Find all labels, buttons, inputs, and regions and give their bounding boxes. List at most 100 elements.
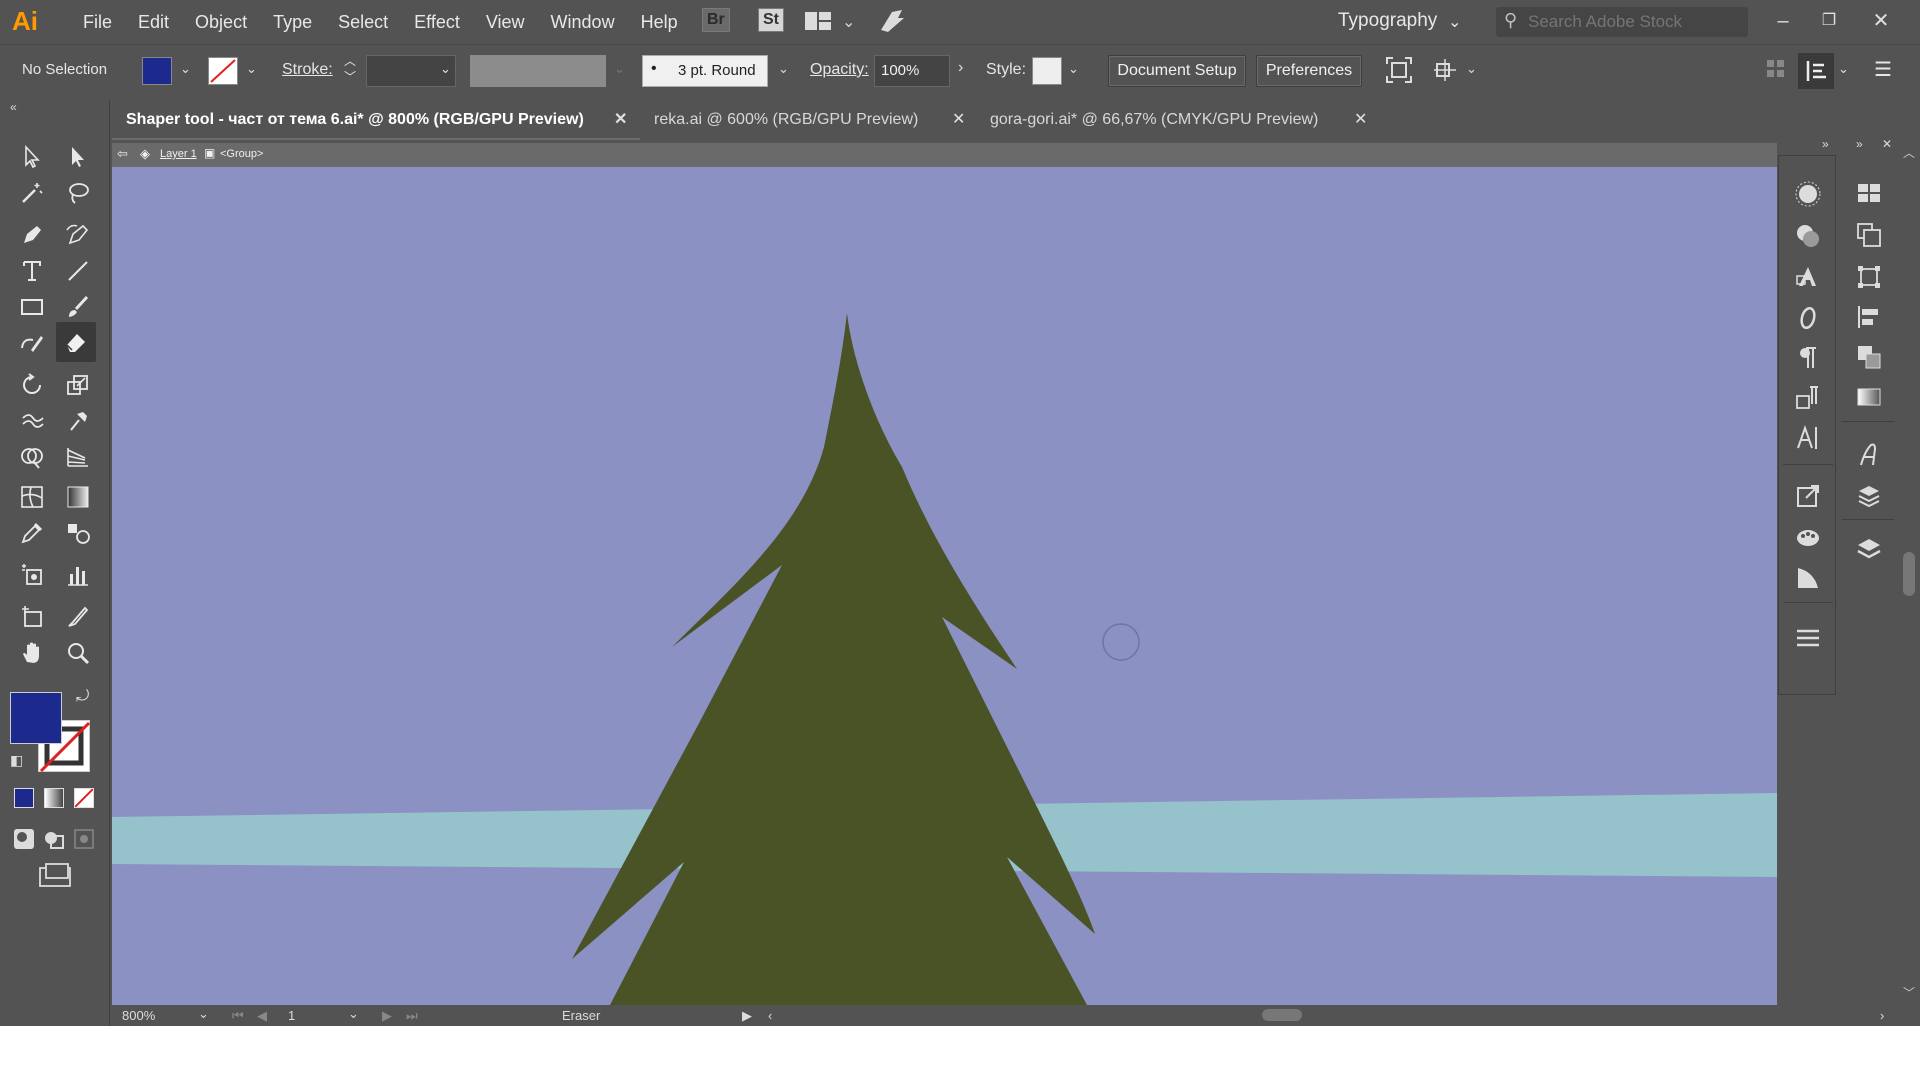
restore-button[interactable]: ❐ — [1806, 4, 1852, 38]
character-styles-icon[interactable] — [1789, 260, 1827, 296]
workspace-switcher[interactable]: Typography — [1338, 10, 1437, 32]
gradient-mode-icon[interactable] — [44, 788, 64, 808]
magic-wand-tool-icon[interactable] — [14, 176, 50, 210]
shaper-tool-icon[interactable] — [14, 326, 50, 360]
scroll-right-icon[interactable]: › — [1880, 1008, 1884, 1023]
export-icon[interactable] — [1789, 478, 1827, 514]
transform-panel-icon[interactable] — [1850, 259, 1888, 295]
zoom-tool-icon[interactable] — [60, 636, 96, 670]
puppet-warp-tool-icon[interactable] — [60, 404, 96, 438]
appearance-icon[interactable] — [1789, 218, 1827, 254]
menu-effect[interactable]: Effect — [401, 12, 473, 33]
character-icon[interactable] — [1789, 420, 1827, 456]
zoom-level[interactable]: 800% — [122, 1008, 155, 1023]
pathfinder-slope-icon[interactable] — [1789, 560, 1827, 596]
breadcrumb-group[interactable]: <Group> — [220, 148, 263, 160]
artboard-canvas[interactable] — [112, 167, 1777, 1005]
workspace-chevron-icon[interactable]: ⌄ — [1448, 12, 1461, 32]
stroke-label[interactable]: Stroke: — [282, 61, 333, 79]
shape-builder-tool-icon[interactable] — [14, 440, 50, 474]
lasso-tool-icon[interactable] — [60, 176, 96, 210]
selection-tool-icon[interactable] — [14, 140, 50, 174]
scroll-up-icon[interactable]: ︿ — [1903, 144, 1915, 161]
stroke-swatch[interactable] — [208, 57, 238, 85]
color-guide-icon[interactable] — [1789, 176, 1827, 212]
menu-file[interactable]: File — [70, 12, 125, 33]
menu-object[interactable]: Object — [182, 12, 260, 33]
preferences-button[interactable]: Preferences — [1256, 55, 1362, 87]
opacity-arrow-icon[interactable]: › — [958, 59, 963, 77]
none-mode-icon[interactable] — [74, 788, 94, 808]
panel-toggle-icon[interactable] — [1798, 53, 1834, 89]
paragraph-icon[interactable] — [1789, 340, 1827, 376]
pathfinder-icon[interactable] — [1850, 339, 1888, 375]
rotate-tool-icon[interactable] — [14, 368, 50, 402]
brush-definition[interactable]: • 3 pt. Round — [642, 55, 768, 87]
brush-chevron-icon[interactable]: ⌄ — [778, 61, 789, 77]
opacity-field[interactable]: 100% — [874, 55, 950, 87]
gradient-tool-icon[interactable] — [60, 480, 96, 514]
layers-icon[interactable] — [1850, 531, 1888, 567]
vertical-scrollbar[interactable]: ︿ ﹀ — [1898, 140, 1920, 1005]
stock-search[interactable]: ⚲ — [1496, 7, 1748, 37]
expand-dock2-icon[interactable]: » — [1856, 137, 1863, 151]
breadcrumb-layer[interactable]: Layer 1 — [160, 148, 197, 160]
close-tab-icon[interactable]: ✕ — [952, 100, 965, 140]
mesh-tool-icon[interactable] — [14, 480, 50, 514]
transform-chevron-icon[interactable]: ⌄ — [1466, 61, 1477, 77]
menu-help[interactable]: Help — [628, 12, 691, 33]
artboard-number[interactable]: 1 — [288, 1008, 295, 1023]
column-graph-tool-icon[interactable] — [60, 558, 96, 592]
menu-edit[interactable]: Edit — [125, 12, 182, 33]
tab-gora-gori[interactable]: gora-gori.ai* @ 66,67% (CMYK/GPU Preview… — [976, 100, 1376, 140]
gradient-panel-icon[interactable] — [1850, 379, 1888, 415]
stroke-chevron-icon[interactable]: ⌄ — [246, 61, 257, 77]
panel-menu-icon[interactable] — [1789, 620, 1827, 656]
rectangle-tool-icon[interactable] — [14, 290, 50, 324]
zoom-chevron-icon[interactable]: ⌄ — [198, 1006, 209, 1022]
default-colors-icon[interactable]: ◧ — [10, 752, 23, 769]
artboard-tool-icon[interactable] — [14, 600, 50, 634]
variable-width-profile[interactable] — [470, 55, 606, 87]
eraser-tool-icon[interactable] — [56, 322, 96, 362]
libraries-icon[interactable] — [1850, 479, 1888, 515]
menu-view[interactable]: View — [473, 12, 538, 33]
close-dock-icon[interactable]: ✕ — [1882, 137, 1892, 151]
back-arrow-icon[interactable]: ⇦ — [117, 146, 128, 162]
gpu-performance-icon[interactable] — [878, 8, 906, 36]
tab-reka[interactable]: reka.ai @ 600% (RGB/GPU Preview) ✕ — [640, 100, 976, 140]
artboard-chevron-icon[interactable]: ⌄ — [348, 1006, 359, 1022]
transform-icon[interactable] — [1432, 57, 1458, 88]
style-chevron-icon[interactable]: ⌄ — [1068, 61, 1079, 77]
stroke-stepper[interactable]: ︿ ﹀ — [344, 53, 356, 85]
blend-tool-icon[interactable] — [60, 516, 96, 550]
panel-toggle-chevron-icon[interactable]: ⌄ — [1838, 61, 1849, 77]
expand-dock-icon[interactable]: » — [1822, 137, 1829, 151]
menu-type[interactable]: Type — [260, 12, 325, 33]
control-menu-icon[interactable]: ☰ — [1874, 57, 1892, 82]
artboards-icon[interactable] — [1850, 217, 1888, 253]
color-themes-icon[interactable] — [1789, 520, 1827, 556]
stock-search-input[interactable] — [1528, 11, 1738, 33]
prev-artboard-icon[interactable]: ◀ — [257, 1008, 267, 1024]
menu-select[interactable]: Select — [325, 12, 401, 33]
scroll-down-icon[interactable]: ﹀ — [1903, 984, 1915, 1001]
opacity-label[interactable]: Opacity: — [810, 61, 869, 79]
direct-selection-tool-icon[interactable] — [60, 140, 96, 174]
arrange-chevron-icon[interactable]: ⌄ — [842, 12, 855, 40]
eyedropper-tool-icon[interactable] — [14, 516, 50, 550]
scroll-left-icon[interactable]: ‹ — [768, 1008, 772, 1023]
last-artboard-icon[interactable]: ⏭ — [406, 1008, 418, 1024]
close-tab-icon[interactable]: ✕ — [614, 100, 627, 140]
curvature-tool-icon[interactable] — [60, 218, 96, 252]
fill-chevron-icon[interactable]: ⌄ — [180, 61, 191, 77]
close-tab-icon[interactable]: ✕ — [1354, 100, 1367, 140]
paragraph-styles-icon[interactable] — [1789, 380, 1827, 416]
scale-tool-icon[interactable] — [60, 368, 96, 402]
bridge-button[interactable]: Br — [702, 8, 730, 36]
arrange-documents-icon[interactable] — [804, 10, 832, 38]
align-icon[interactable] — [1850, 299, 1888, 335]
type-tool-icon[interactable] — [14, 254, 50, 288]
close-window-button[interactable]: ✕ — [1858, 4, 1904, 38]
tab-shaper-tool[interactable]: Shaper tool - част от тема 6.ai* @ 800% … — [112, 100, 640, 140]
